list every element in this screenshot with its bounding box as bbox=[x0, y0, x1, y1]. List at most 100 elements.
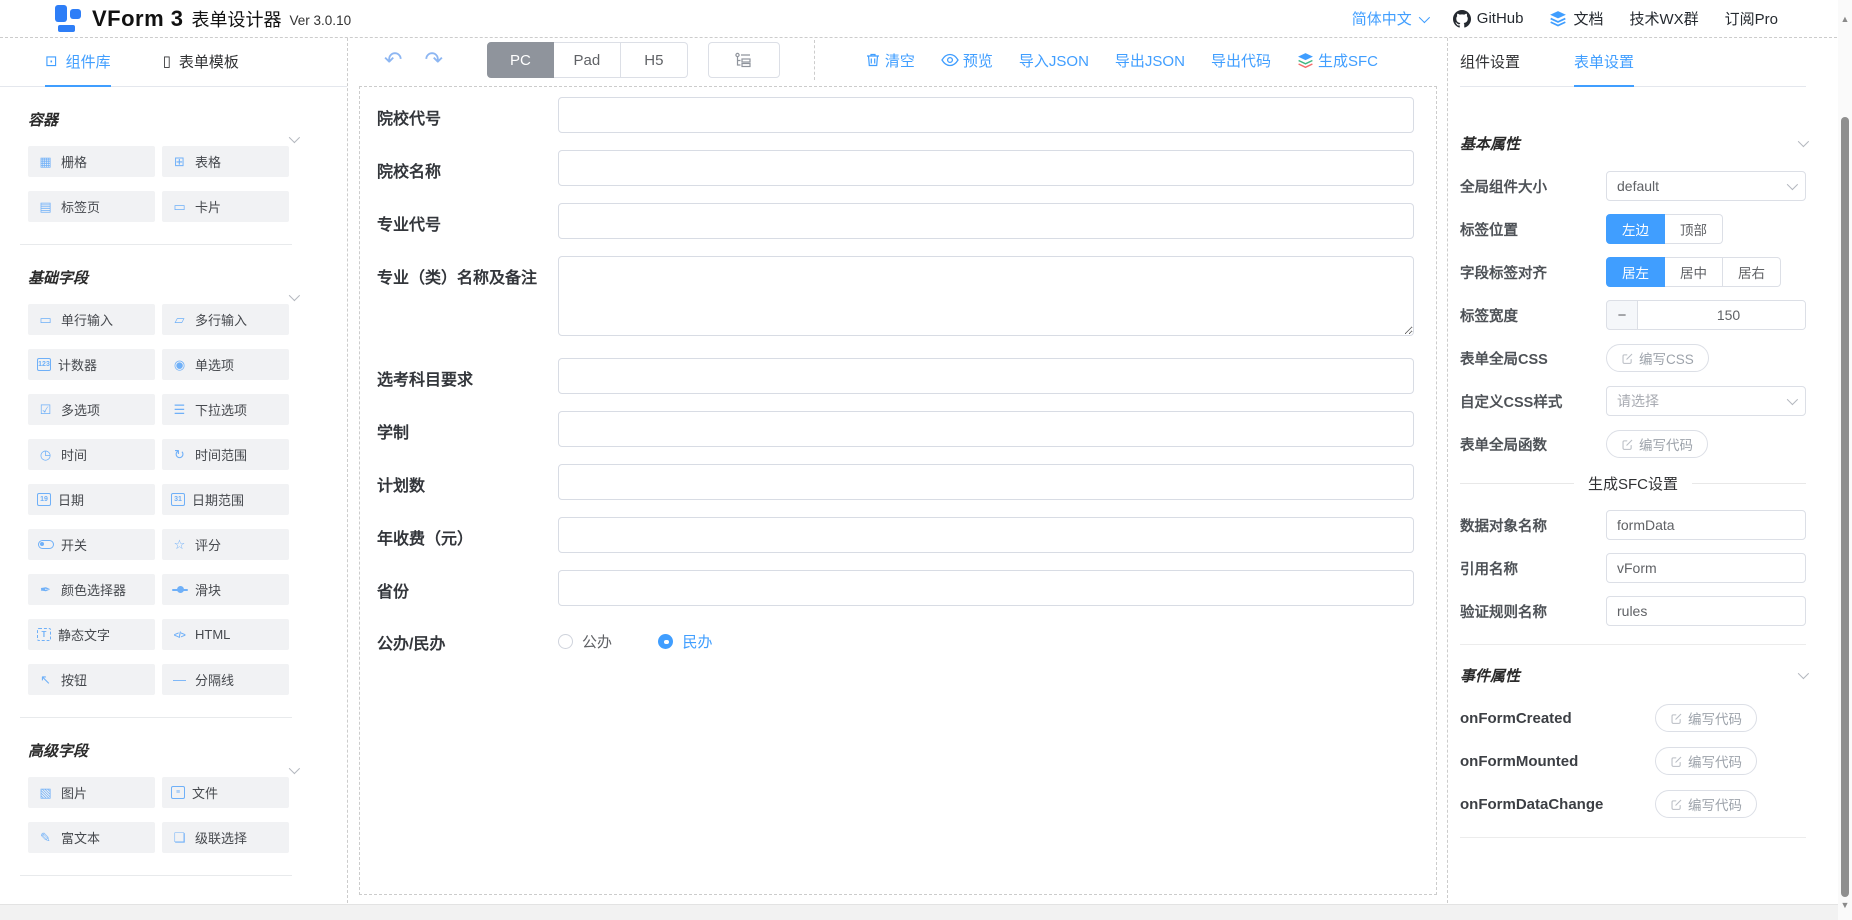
device-pad-button[interactable]: Pad bbox=[554, 42, 621, 78]
wx-group-link[interactable]: 技术WX群 bbox=[1629, 8, 1698, 29]
widget-item-card[interactable]: ▭卡片 bbox=[162, 191, 289, 222]
language-selector[interactable]: 简体中文 bbox=[1352, 8, 1427, 29]
field-input[interactable] bbox=[558, 411, 1414, 447]
device-h5-button[interactable]: H5 bbox=[621, 42, 688, 78]
widget-item-time-range[interactable]: ↻时间范围 bbox=[162, 439, 289, 470]
tab-widget-settings[interactable]: 组件设置 bbox=[1460, 38, 1520, 87]
tab-form-template[interactable]: ▯ 表单模板 bbox=[163, 38, 239, 87]
edit-code-button[interactable]: 编写代码 bbox=[1655, 790, 1757, 818]
widget-item-textarea[interactable]: ▱多行输入 bbox=[162, 304, 289, 335]
collapse-chevron-icon[interactable] bbox=[289, 763, 300, 774]
tab-widget-library[interactable]: ⊡ 组件库 bbox=[45, 38, 111, 87]
field-label: 年收费（元） bbox=[368, 517, 558, 553]
section-title: 容器 bbox=[28, 109, 289, 130]
github-link[interactable]: GitHub bbox=[1453, 10, 1524, 28]
form-field-row[interactable]: 专业（类）名称及备注 bbox=[368, 256, 1414, 341]
vertical-scrollbar[interactable]: ▲ ▼ bbox=[1838, 0, 1852, 920]
setting-row-label-position: 标签位置 左边 顶部 bbox=[1460, 214, 1806, 244]
data-object-name-input[interactable] bbox=[1606, 510, 1806, 540]
form-field-row[interactable]: 选考科目要求 bbox=[368, 358, 1414, 394]
field-input[interactable] bbox=[558, 358, 1414, 394]
align-center-button[interactable]: 居中 bbox=[1665, 257, 1723, 287]
form-field-row[interactable]: 院校名称 bbox=[368, 150, 1414, 186]
ref-name-input[interactable] bbox=[1606, 553, 1806, 583]
form-field-row[interactable]: 学制 bbox=[368, 411, 1414, 447]
label-width-input[interactable] bbox=[1637, 301, 1806, 329]
form-field-row[interactable]: 计划数 bbox=[368, 464, 1414, 500]
widget-item-time[interactable]: ◷时间 bbox=[28, 439, 155, 470]
collapse-chevron-icon[interactable] bbox=[1798, 136, 1809, 147]
form-design-canvas[interactable]: 院校代号 院校名称 专业代号 专业（类）名称及备注 选考科目要求 bbox=[359, 86, 1437, 895]
clear-button[interactable]: 清空 bbox=[865, 50, 915, 71]
tab-form-settings[interactable]: 表单设置 bbox=[1574, 38, 1634, 87]
widget-item-static-text[interactable]: T静态文字 bbox=[28, 619, 155, 650]
label-position-left-button[interactable]: 左边 bbox=[1606, 214, 1665, 244]
node-tree-button[interactable] bbox=[708, 42, 780, 78]
redo-button[interactable]: ↷ bbox=[424, 49, 442, 71]
widget-item-date[interactable]: 19日期 bbox=[28, 484, 155, 515]
widget-item-rich-editor[interactable]: ✎富文本 bbox=[28, 822, 155, 853]
field-input[interactable] bbox=[558, 97, 1414, 133]
edit-code-button[interactable]: 编写代码 bbox=[1655, 747, 1757, 775]
decrease-button[interactable]: − bbox=[1607, 301, 1637, 329]
widget-item-picture[interactable]: ▧图片 bbox=[28, 777, 155, 808]
widget-item-button[interactable]: ↖按钮 bbox=[28, 664, 155, 695]
form-field-row[interactable]: 省份 bbox=[368, 570, 1414, 606]
widget-item-html[interactable]: </>HTML bbox=[162, 619, 289, 650]
edit-code-button[interactable]: 编写代码 bbox=[1655, 704, 1757, 732]
form-field-row[interactable]: 公办/民办 公办 民办 bbox=[368, 630, 1414, 654]
export-code-button[interactable]: 导出代码 bbox=[1211, 50, 1271, 71]
field-input[interactable] bbox=[558, 570, 1414, 606]
horizontal-scrollbar[interactable] bbox=[0, 904, 1852, 920]
subscribe-pro-link[interactable]: 订阅Pro bbox=[1725, 8, 1778, 29]
generate-sfc-button[interactable]: 生成SFC bbox=[1297, 50, 1378, 71]
widget-size-select[interactable]: default bbox=[1606, 171, 1806, 201]
widget-item-table[interactable]: ⊞表格 bbox=[162, 146, 289, 177]
radio-option-private[interactable]: 民办 bbox=[658, 631, 712, 652]
edit-css-button[interactable]: 编写CSS bbox=[1606, 344, 1709, 372]
custom-css-select[interactable]: 请选择 bbox=[1606, 386, 1806, 416]
field-input[interactable] bbox=[558, 464, 1414, 500]
rules-name-input[interactable] bbox=[1606, 596, 1806, 626]
widget-item-rate[interactable]: ☆评分 bbox=[162, 529, 289, 560]
field-input[interactable] bbox=[558, 203, 1414, 239]
field-input[interactable] bbox=[558, 150, 1414, 186]
setting-label: 表单全局函数 bbox=[1460, 434, 1606, 455]
widget-item-checkbox[interactable]: ☑多选项 bbox=[28, 394, 155, 425]
field-textarea[interactable] bbox=[558, 256, 1414, 336]
widget-item-tabs[interactable]: ▤标签页 bbox=[28, 191, 155, 222]
field-input[interactable] bbox=[558, 517, 1414, 553]
scrollbar-thumb[interactable] bbox=[1841, 117, 1849, 897]
collapse-chevron-icon[interactable] bbox=[289, 132, 300, 143]
scroll-up-arrow-icon[interactable]: ▲ bbox=[1838, 14, 1852, 24]
align-left-button[interactable]: 居左 bbox=[1606, 257, 1665, 287]
widget-item-color-picker[interactable]: ✒颜色选择器 bbox=[28, 574, 155, 605]
undo-button[interactable]: ↶ bbox=[384, 49, 402, 71]
export-json-button[interactable]: 导出JSON bbox=[1115, 50, 1185, 71]
form-field-row[interactable]: 院校代号 bbox=[368, 97, 1414, 133]
edit-code-button[interactable]: 编写代码 bbox=[1606, 430, 1708, 458]
import-json-button[interactable]: 导入JSON bbox=[1019, 50, 1089, 71]
collapse-chevron-icon[interactable] bbox=[289, 290, 300, 301]
radio-option-public[interactable]: 公办 bbox=[558, 631, 612, 652]
label-position-top-button[interactable]: 顶部 bbox=[1665, 214, 1723, 244]
docs-link[interactable]: 文档 bbox=[1549, 8, 1603, 29]
scroll-down-arrow-icon[interactable]: ▼ bbox=[1838, 900, 1852, 910]
widget-item-file[interactable]: ≡文件 bbox=[162, 777, 289, 808]
widget-item-date-range[interactable]: 31日期范围 bbox=[162, 484, 289, 515]
widget-item-input[interactable]: ▭单行输入 bbox=[28, 304, 155, 335]
align-right-button[interactable]: 居右 bbox=[1723, 257, 1781, 287]
widget-item-slider[interactable]: 滑块 bbox=[162, 574, 289, 605]
widget-item-switch[interactable]: 开关 bbox=[28, 529, 155, 560]
form-field-row[interactable]: 专业代号 bbox=[368, 203, 1414, 239]
widget-item-cascader[interactable]: ❏级联选择 bbox=[162, 822, 289, 853]
preview-button[interactable]: 预览 bbox=[941, 50, 993, 71]
widget-item-select[interactable]: ☰下拉选项 bbox=[162, 394, 289, 425]
widget-item-radio[interactable]: ◉单选项 bbox=[162, 349, 289, 380]
collapse-chevron-icon[interactable] bbox=[1798, 668, 1809, 679]
widget-item-divider[interactable]: —分隔线 bbox=[162, 664, 289, 695]
widget-item-grid[interactable]: ▦栅格 bbox=[28, 146, 155, 177]
form-field-row[interactable]: 年收费（元） bbox=[368, 517, 1414, 553]
widget-item-number[interactable]: 123计数器 bbox=[28, 349, 155, 380]
device-pc-button[interactable]: PC bbox=[487, 42, 554, 78]
